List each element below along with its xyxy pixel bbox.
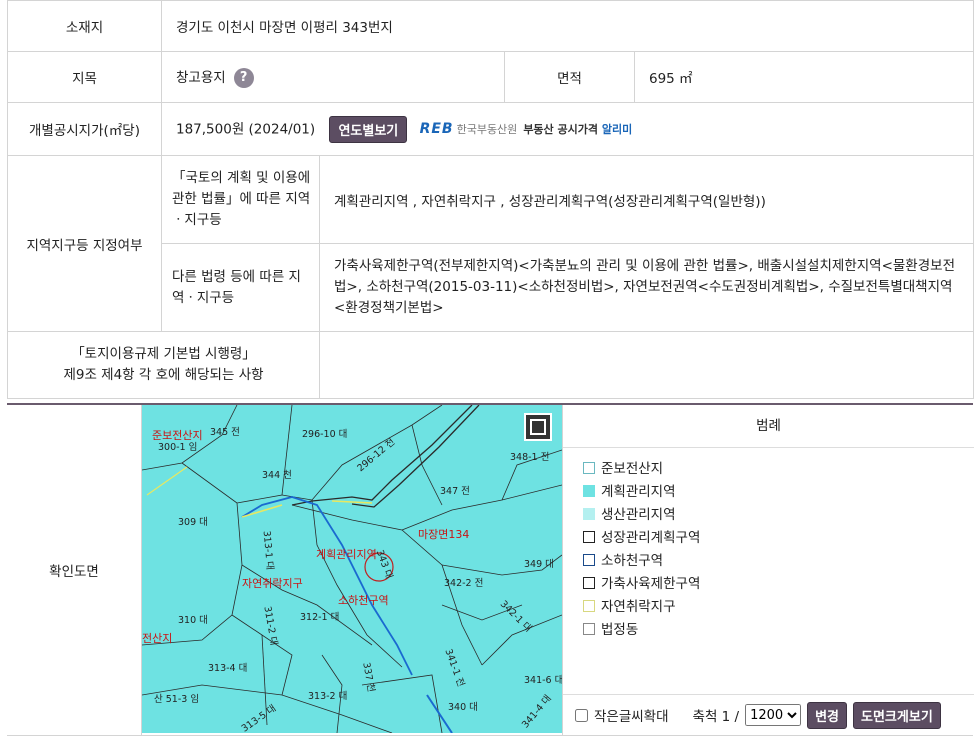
enforcement-label: 「토지이용규제 기본법 시행령」 제9조 제4항 각 호에 해당되는 사항 bbox=[7, 331, 320, 399]
legend-item: 준보전산지 bbox=[583, 458, 974, 481]
parcel-label: 309 대 bbox=[178, 517, 208, 528]
legend-swatch-icon bbox=[583, 485, 595, 497]
legend-item-label: 생산관리지역 bbox=[601, 507, 676, 523]
legend-swatch-icon bbox=[583, 531, 595, 543]
legend-item: 소하천구역 bbox=[583, 550, 974, 573]
parcel-label: 347 전 bbox=[440, 486, 470, 497]
zone-label: 전산지 bbox=[142, 632, 172, 645]
land-category-value: 창고용지 bbox=[176, 70, 226, 86]
national-law-label: 「국토의 계획 및 이용에 관한 법률」에 따른 지역ㆍ지구등 bbox=[161, 155, 320, 244]
legend-item-label: 자연취락지구 bbox=[601, 599, 676, 615]
small-text-zoom-checkbox[interactable] bbox=[575, 708, 588, 722]
location-value: 경기도 이천시 마장면 이평리 343번지 bbox=[161, 0, 974, 52]
parcel-label: 348-1 전 bbox=[510, 452, 549, 463]
land-category-cell: 창고용지? bbox=[161, 51, 505, 103]
parcel-label: 313-2 대 bbox=[308, 691, 347, 702]
land-price-cell: 187,500원 (2024/01) 연도별보기 REB 한국부동산원 부동산 공시… bbox=[161, 102, 974, 156]
legend-item: 가축사육제한구역 bbox=[583, 573, 974, 596]
zone-label: 계획관리지역 bbox=[316, 548, 377, 561]
legend-item-label: 성장관리계획구역 bbox=[601, 530, 701, 546]
national-law-value: 계획관리지역 , 자연취락지구 , 성장관리계획구역(성장관리계획구역(일반형)… bbox=[319, 155, 974, 244]
zone-label: 자연취락지구 bbox=[242, 577, 303, 590]
change-scale-button[interactable]: 변경 bbox=[807, 701, 848, 729]
parcel-label: 345 전 bbox=[210, 427, 240, 438]
parcel-label: 산 51-3 임 bbox=[154, 693, 199, 705]
fullscreen-icon[interactable] bbox=[524, 413, 552, 441]
price-alert-text: 부동산 공시가격 알리미 bbox=[523, 123, 633, 136]
enforcement-value bbox=[319, 331, 974, 399]
legend-swatch-icon bbox=[583, 600, 595, 612]
legend-item: 성장관리계획구역 bbox=[583, 527, 974, 550]
area-label: 면적 bbox=[504, 51, 635, 103]
other-law-label: 다른 법령 등에 따른 지역ㆍ지구등 bbox=[161, 243, 320, 332]
help-icon[interactable]: ? bbox=[233, 68, 254, 88]
legend-item: 생산관리지역 bbox=[583, 504, 974, 527]
zone-label: 준보전산지 bbox=[152, 429, 203, 442]
location-label: 소재지 bbox=[7, 0, 162, 52]
parcel-label: 313-4 대 bbox=[208, 663, 247, 674]
scale-label: 축척 1 / bbox=[692, 709, 740, 725]
legend-item-label: 준보전산지 bbox=[601, 461, 664, 477]
small-text-zoom-label[interactable]: 작은글씨확대 bbox=[594, 705, 669, 725]
parcel-label: 312-1 대 bbox=[300, 612, 339, 623]
zone-label: 소하천구역 bbox=[338, 593, 389, 607]
other-law-value: 가축사육제한구역(전부제한지역)<가축분뇨의 관리 및 이용에 관한 법률>, … bbox=[319, 243, 974, 332]
cadastral-map[interactable]: 345 전 300-1 임 296-10 대 296-12 전 344 천 34… bbox=[142, 405, 562, 733]
legend-item-label: 계획관리지역 bbox=[601, 484, 676, 500]
legend-swatch-icon bbox=[583, 508, 595, 520]
legend-item-label: 소하천구역 bbox=[601, 553, 664, 569]
legend-item-label: 법정동 bbox=[601, 622, 639, 638]
legend-item-label: 가축사육제한구역 bbox=[601, 576, 701, 592]
parcel-label: 340 대 bbox=[448, 702, 478, 713]
map-canvas[interactable]: 345 전 300-1 임 296-10 대 296-12 전 344 천 34… bbox=[142, 405, 562, 733]
parcel-label: 300-1 임 bbox=[158, 441, 197, 453]
reb-price-alert-link[interactable]: REB 한국부동산원 부동산 공시가격 알리미 bbox=[420, 121, 633, 137]
legend-swatch-icon bbox=[583, 462, 595, 474]
land-price-label: 개별공시지가(㎡당) bbox=[7, 102, 162, 156]
legend-swatch-icon bbox=[583, 554, 595, 566]
map-label: 확인도면 bbox=[7, 405, 142, 735]
land-price-value: 187,500원 (2024/01) bbox=[176, 121, 316, 137]
reb-org-name: 한국부동산원 bbox=[456, 123, 518, 136]
scale-select[interactable]: 1200 bbox=[745, 704, 802, 726]
legend-item: 자연취락지구 bbox=[583, 596, 974, 619]
parcel-label: 342-2 전 bbox=[444, 578, 483, 589]
legend-list: 준보전산지계획관리지역생산관리지역성장관리계획구역소하천구역가축사육제한구역자연… bbox=[583, 458, 974, 642]
parcel-label: 310 대 bbox=[178, 615, 208, 626]
land-info-table: 소재지 경기도 이천시 마장면 이평리 343번지 지목 창고용지? 면적 69… bbox=[7, 0, 974, 399]
parcel-label: 349 대 bbox=[524, 559, 554, 570]
legend-swatch-icon bbox=[583, 623, 595, 635]
parcel-label: 341-6 대 bbox=[524, 675, 562, 686]
legend-item: 법정동 bbox=[583, 619, 974, 642]
parcel-label: 296-10 대 bbox=[302, 429, 347, 440]
yearly-view-button[interactable]: 연도별보기 bbox=[329, 115, 408, 143]
legend-item: 계획관리지역 bbox=[583, 481, 974, 504]
legend-swatch-icon bbox=[583, 577, 595, 589]
legend-title: 범례 bbox=[563, 405, 974, 448]
parcel-label: 344 천 bbox=[262, 470, 292, 481]
zone-label: 마장면134 bbox=[418, 528, 469, 541]
map-section: 확인도면 345 전 300-1 임 296-10 대 296-12 전 344… bbox=[7, 403, 974, 736]
area-value: 695 ㎡ bbox=[634, 51, 974, 103]
reb-logo: REB bbox=[419, 121, 454, 137]
legend-panel: 범례 준보전산지계획관리지역생산관리지역성장관리계획구역소하천구역가축사육제한구… bbox=[562, 405, 974, 735]
zoning-label: 지역지구등 지정여부 bbox=[7, 155, 162, 332]
land-category-label: 지목 bbox=[7, 51, 162, 103]
large-map-button[interactable]: 도면크게보기 bbox=[853, 701, 941, 729]
map-controls: 작은글씨확대 축척 1 / 1200 변경 도면크게보기 bbox=[563, 694, 974, 735]
